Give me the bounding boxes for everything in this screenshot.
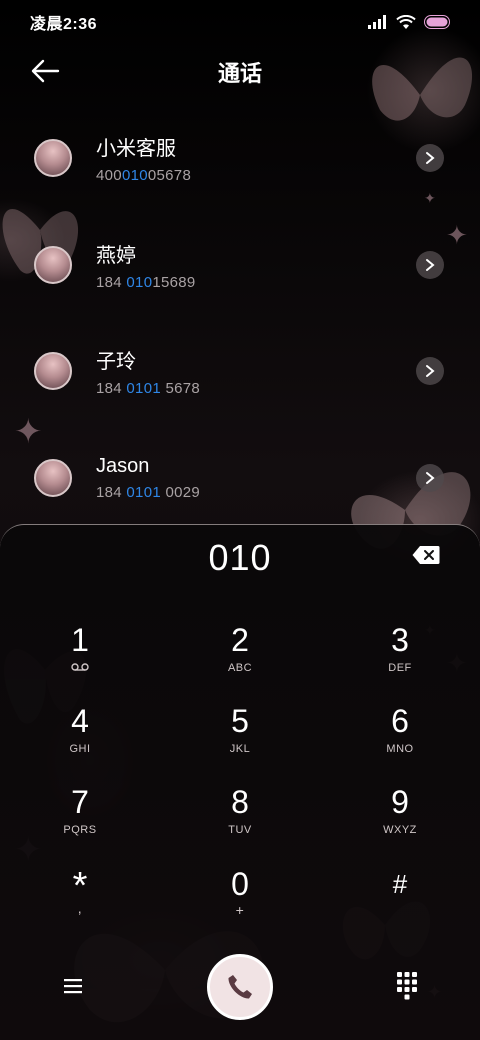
dial-key-0[interactable]: 0 + <box>180 866 300 936</box>
status-time: 凌晨2:36 <box>30 16 98 33</box>
contact-number: 184 01015689 <box>96 273 196 291</box>
key-letters: MNO <box>386 743 414 755</box>
contact-item[interactable]: 小米客服 40001005678 <box>0 105 480 212</box>
key-digit: 1 <box>71 622 89 658</box>
dial-key-4[interactable]: 4 GHI <box>20 703 140 773</box>
contact-detail-button[interactable] <box>416 357 444 386</box>
chevron-right-icon <box>426 258 435 271</box>
contact-name: 子玲 <box>96 351 136 374</box>
dialpad-toggle-icon[interactable] <box>395 970 419 1000</box>
key-letters: GHI <box>69 743 91 755</box>
contact-number: 40001005678 <box>96 167 192 185</box>
page-title: 通话 <box>217 61 262 86</box>
dial-key-1[interactable]: 1 <box>20 622 140 692</box>
wifi-icon <box>396 14 416 29</box>
contact-item[interactable]: 燕婷 184 01015689 <box>0 212 480 319</box>
key-letters: TUV <box>228 824 252 836</box>
dial-key-9[interactable]: 9 WXYZ <box>340 784 460 854</box>
key-letters: PQRS <box>63 824 97 836</box>
key-digit: 3 <box>391 622 409 658</box>
key-letters: + <box>235 902 245 918</box>
call-button[interactable] <box>207 954 273 1020</box>
dial-key-6[interactable]: 6 MNO <box>340 703 460 773</box>
avatar <box>34 458 72 497</box>
contact-detail-button[interactable] <box>416 144 444 173</box>
contact-item[interactable]: Jason 184 0101 0029 <box>0 425 480 532</box>
key-digit: 9 <box>391 784 409 820</box>
contact-item[interactable]: 子玲 184 0101 5678 <box>0 318 480 425</box>
dial-key-5[interactable]: 5 JKL <box>180 703 300 773</box>
dial-key-7[interactable]: 7 PQRS <box>20 784 140 854</box>
dial-key-8[interactable]: 8 TUV <box>180 784 300 854</box>
key-letters: ABC <box>227 662 253 674</box>
key-digit: 2 <box>231 622 249 658</box>
contact-number: 184 0101 0029 <box>96 483 201 501</box>
dialed-number: 010 <box>208 537 272 578</box>
key-digit: 5 <box>231 703 249 739</box>
key-letters: , <box>77 900 83 916</box>
backspace-icon[interactable] <box>412 545 440 565</box>
contact-list: 小米客服 40001005678 燕婷 184 01015689 子玲 184 … <box>0 105 480 531</box>
key-digit: # <box>392 869 408 899</box>
key-digit: 6 <box>391 703 409 739</box>
contact-name: Jason <box>96 454 150 477</box>
contact-name: 小米客服 <box>96 138 176 161</box>
chevron-right-icon <box>426 152 435 165</box>
phone-icon <box>228 975 252 999</box>
dial-key-3[interactable]: 3 DEF <box>340 622 460 692</box>
chevron-right-icon <box>426 365 435 378</box>
key-digit: 0 <box>231 866 249 902</box>
contact-detail-button[interactable] <box>416 463 444 492</box>
menu-icon[interactable] <box>60 974 86 998</box>
key-letters: JKL <box>229 743 251 755</box>
signal-icon <box>368 15 386 29</box>
battery-icon <box>424 15 450 29</box>
chevron-right-icon <box>426 471 435 484</box>
dial-key-2[interactable]: 2 ABC <box>180 622 300 692</box>
dial-key-star[interactable]: * , <box>20 866 140 936</box>
contact-number: 184 0101 5678 <box>96 380 201 398</box>
key-letters: WXYZ <box>383 824 417 836</box>
header: 通话 <box>0 44 480 98</box>
key-letters: DEF <box>388 662 412 674</box>
avatar <box>34 139 72 178</box>
key-digit: 8 <box>231 784 249 820</box>
status-bar: 凌晨2:36 <box>0 0 480 44</box>
key-digit: 4 <box>71 703 89 739</box>
key-digit: 7 <box>71 784 89 820</box>
status-icons <box>368 14 452 30</box>
contact-detail-button[interactable] <box>416 250 444 279</box>
voicemail-icon <box>71 663 89 671</box>
avatar <box>34 245 72 284</box>
dial-key-hash[interactable]: # <box>340 866 460 936</box>
contact-name: 燕婷 <box>96 244 136 267</box>
avatar <box>34 352 72 391</box>
